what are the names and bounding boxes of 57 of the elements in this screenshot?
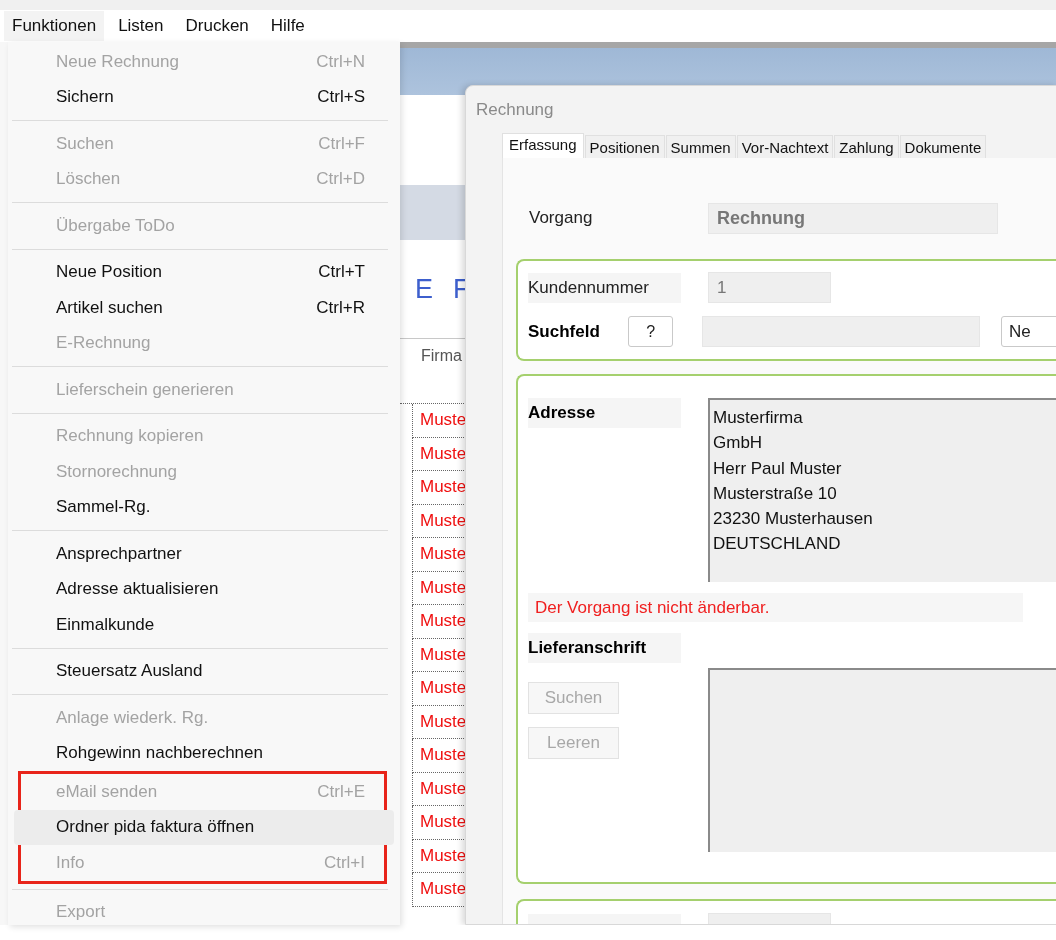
table-cell: Muste	[420, 879, 467, 900]
table-cell: Muste	[420, 745, 467, 766]
tab[interactable]: Dokumente	[899, 135, 987, 158]
tab[interactable]: Summen	[665, 135, 736, 158]
table-cell: Muste	[420, 711, 467, 732]
column-header: Firma	[421, 347, 462, 365]
new-button[interactable]: Ne	[1000, 316, 1056, 347]
help-button[interactable]: ?	[628, 316, 674, 347]
menu-item[interactable]: Einmalkunde	[8, 607, 400, 643]
address-box[interactable]	[708, 668, 1056, 852]
window-title: Rechnung	[476, 99, 554, 120]
address-line: 23230 Musterhausen	[713, 508, 874, 531]
table-cell: Muste	[420, 678, 467, 699]
field-label: Suchfeld	[528, 321, 601, 342]
table-cell: Muste	[420, 544, 467, 565]
menu-item[interactable]: Adresse aktualisieren	[8, 571, 400, 607]
menu-item[interactable]: Sammel-Rg.	[8, 489, 400, 525]
menubar-item[interactable]: Drucken	[177, 11, 257, 41]
table-cell: Muste	[420, 611, 467, 632]
address-line: GmbH	[713, 432, 764, 455]
table-cell: Muste	[420, 577, 467, 598]
address-box[interactable]: Musterfirma GmbH Herr Paul Muster Musterstraße 10 23230 Musterhausen DEUTSCHLAND	[708, 398, 1056, 582]
table-cell: Muste	[420, 778, 467, 799]
heading-letter: E	[415, 273, 433, 305]
table-cell: Muste	[420, 410, 467, 431]
address-line: DEUTSCHLAND	[713, 533, 842, 556]
table-cell: Muste	[420, 443, 467, 464]
menu-item[interactable]: Rohgewinn nachberechnen	[8, 735, 400, 771]
error-message: Der Vorgang ist nicht änderbar.	[528, 593, 1023, 622]
tab[interactable]: Erfassung	[502, 133, 584, 158]
table-cell: Muste	[420, 644, 467, 665]
table-cell: Muste	[420, 812, 467, 833]
table-cell: Muste	[420, 477, 467, 498]
input-field[interactable]: Rechnung	[708, 202, 998, 234]
address-line: Musterstraße 10	[713, 482, 838, 505]
menubar-item[interactable]: Funktionen	[4, 11, 105, 41]
tab[interactable]: Zahlung	[834, 135, 899, 158]
field-label: Vorgang	[528, 208, 594, 228]
menu-item[interactable]: Ordner pida faktura öffnen	[14, 809, 394, 845]
menubar-item[interactable]: Listen	[110, 11, 172, 41]
menu-item[interactable]: Artikel suchen Ctrl+R	[8, 290, 400, 326]
menu-item[interactable]: Neue Position Ctrl+T	[8, 254, 400, 290]
address-line: Herr Paul Muster	[713, 457, 843, 480]
field-label: Lieferanschrift	[528, 633, 681, 663]
tab[interactable]: Vor-Nachtext	[736, 135, 834, 158]
menubar-item[interactable]: Hilfe	[262, 11, 313, 41]
menu-item[interactable]: Ansprechpartner	[8, 536, 400, 572]
table-cell: Muste	[420, 510, 467, 531]
menu-item[interactable]: Sichern Ctrl+S	[8, 79, 400, 115]
table-cell: Muste	[420, 845, 467, 866]
tab[interactable]: Positionen	[584, 135, 665, 158]
menu-item[interactable]: Steuersatz Ausland	[8, 653, 400, 689]
input-field[interactable]: 1	[708, 272, 831, 303]
address-line: Musterfirma	[713, 407, 804, 429]
field-label: Kundennummer	[528, 272, 681, 303]
input-field[interactable]	[702, 316, 980, 347]
field-label: Adresse	[528, 398, 681, 428]
